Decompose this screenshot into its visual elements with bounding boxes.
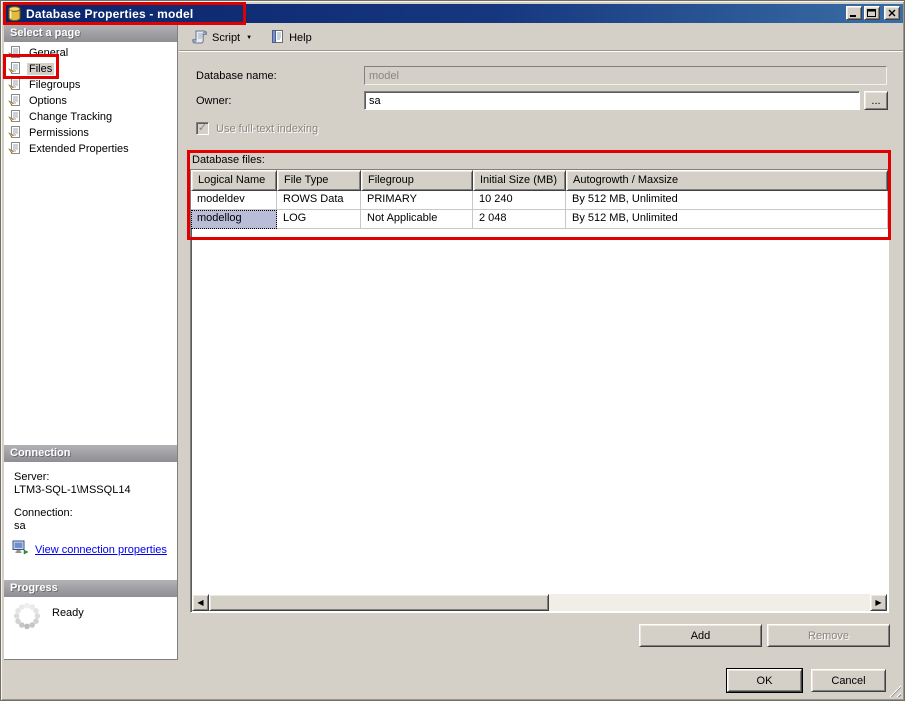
chevron-down-icon: ▼	[246, 35, 252, 41]
maximize-button[interactable]	[864, 6, 880, 20]
grid-header-row: Logical Name File Type Filegroup Initial…	[191, 170, 888, 191]
database-files-grid: Logical Name File Type Filegroup Initial…	[190, 169, 889, 613]
cell-filegroup[interactable]: PRIMARY	[361, 191, 473, 210]
page-icon	[8, 109, 22, 126]
scrollbar-thumb[interactable]	[209, 594, 549, 611]
sidebar-item-change-tracking[interactable]: Change Tracking	[8, 109, 114, 125]
close-button[interactable]	[884, 6, 900, 20]
column-header-filegroup[interactable]: Filegroup	[361, 170, 473, 191]
sidebar-item-general[interactable]: General	[8, 45, 70, 61]
cell-file-type[interactable]: ROWS Data	[277, 191, 361, 210]
database-icon	[8, 6, 21, 21]
script-button[interactable]: Script ▼	[187, 27, 257, 49]
table-row: modellog LOG Not Applicable 2 048 By 512…	[191, 210, 888, 229]
page-icon	[8, 77, 22, 94]
sidebar-item-options[interactable]: Options	[8, 93, 69, 109]
sidebar-item-label: Filegroups	[27, 79, 82, 91]
page-icon	[8, 141, 22, 158]
page-icon	[8, 125, 22, 142]
scroll-right-icon: ▶	[875, 598, 881, 607]
cell-filegroup[interactable]: Not Applicable	[361, 210, 473, 229]
main-panel: Script ▼ Help Database name: Owner: ...	[179, 25, 903, 660]
ok-button[interactable]: OK	[727, 669, 802, 692]
progress-spinner-icon	[12, 601, 42, 634]
owner-field[interactable]	[364, 91, 860, 110]
database-name-field[interactable]	[364, 66, 887, 85]
remove-button-label: Remove	[808, 630, 849, 642]
column-header-initial-size[interactable]: Initial Size (MB)	[473, 170, 566, 191]
cancel-button-label: Cancel	[831, 675, 865, 687]
database-name-label: Database name:	[196, 70, 277, 82]
add-button[interactable]: Add	[639, 624, 762, 647]
cancel-button[interactable]: Cancel	[811, 669, 886, 692]
sidebar-item-label: General	[27, 47, 70, 59]
toolbar: Script ▼ Help	[179, 25, 903, 51]
connection-header: Connection	[4, 445, 177, 462]
add-button-label: Add	[691, 630, 711, 642]
page-icon	[8, 45, 22, 62]
sidebar-item-label: Permissions	[27, 127, 91, 139]
sidebar-item-permissions[interactable]: Permissions	[8, 125, 91, 141]
sidebar-item-extended-properties[interactable]: Extended Properties	[8, 141, 131, 157]
minimize-button[interactable]	[846, 6, 862, 20]
owner-browse-button[interactable]: ...	[864, 91, 888, 110]
server-value: LTM3-SQL-1\MSSQL14	[14, 484, 131, 496]
remove-button[interactable]: Remove	[767, 624, 890, 647]
scroll-right-button[interactable]: ▶	[870, 594, 887, 611]
ellipsis-label: ...	[871, 95, 880, 107]
owner-label: Owner:	[196, 95, 231, 107]
column-header-file-type[interactable]: File Type	[277, 170, 361, 191]
sidebar-item-filegroups[interactable]: Filegroups	[8, 77, 82, 93]
column-header-autogrowth[interactable]: Autogrowth / Maxsize	[566, 170, 888, 191]
help-button[interactable]: Help	[265, 27, 317, 49]
page-icon	[8, 61, 22, 78]
scroll-left-button[interactable]: ◀	[192, 594, 209, 611]
page-icon	[8, 93, 22, 110]
help-icon	[270, 29, 285, 47]
help-label: Help	[289, 32, 312, 44]
cell-logical-name[interactable]: modeldev	[191, 191, 277, 210]
view-connection-properties-link[interactable]: View connection properties	[35, 544, 167, 556]
cell-logical-name-selected[interactable]: modellog	[191, 210, 277, 229]
fulltext-checkbox[interactable]: ✓	[196, 122, 209, 135]
select-a-page-header: Select a page	[4, 25, 177, 42]
connection-properties-icon	[12, 540, 29, 559]
resize-grip[interactable]	[888, 684, 901, 697]
horizontal-scrollbar[interactable]: ◀ ▶	[192, 594, 887, 611]
title-bar[interactable]: Database Properties - model	[4, 4, 903, 23]
cell-file-type[interactable]: LOG	[277, 210, 361, 229]
cell-autogrowth[interactable]: By 512 MB, Unlimited	[566, 210, 888, 229]
database-properties-dialog: Database Properties - model Select a pag…	[0, 0, 905, 701]
sidebar-item-label: Change Tracking	[27, 111, 114, 123]
sidebar-item-files[interactable]: Files	[8, 61, 54, 77]
connection-value: sa	[14, 520, 26, 532]
progress-status: Ready	[52, 607, 84, 619]
progress-header: Progress	[4, 580, 177, 597]
sidebar-item-label: Extended Properties	[27, 143, 131, 155]
cell-autogrowth[interactable]: By 512 MB, Unlimited	[566, 191, 888, 210]
column-header-logical-name[interactable]: Logical Name	[191, 170, 277, 191]
sidebar-item-label: Options	[27, 95, 69, 107]
script-icon	[192, 29, 208, 47]
fulltext-label: Use full-text indexing	[216, 123, 318, 135]
database-files-label: Database files:	[192, 154, 265, 166]
sidebar: Select a page General Files Filegroups O…	[4, 25, 178, 660]
ok-button-label: OK	[757, 675, 773, 687]
script-label: Script	[212, 32, 240, 44]
scroll-left-icon: ◀	[197, 598, 203, 607]
check-icon: ✓	[198, 122, 207, 134]
sidebar-item-label: Files	[27, 63, 54, 75]
window-title: Database Properties - model	[26, 7, 193, 21]
connection-label: Connection:	[14, 507, 73, 519]
cell-initial-size[interactable]: 10 240	[473, 191, 566, 210]
table-row: modeldev ROWS Data PRIMARY 10 240 By 512…	[191, 191, 888, 210]
cell-initial-size[interactable]: 2 048	[473, 210, 566, 229]
server-label: Server:	[14, 471, 49, 483]
